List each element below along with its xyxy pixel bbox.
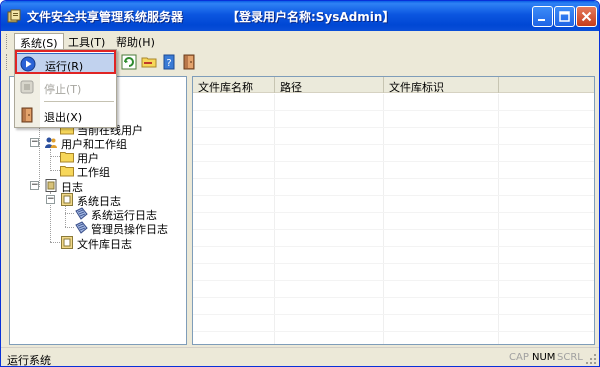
stop-icon [20, 80, 34, 94]
menu-item-stop-label: 停止(T) [44, 83, 82, 96]
log-book-icon [61, 236, 73, 249]
folder-icon [60, 152, 74, 163]
grid-line [193, 212, 594, 213]
maximize-button[interactable] [554, 6, 575, 27]
tree-expander-system-logs[interactable]: − [46, 195, 55, 204]
menu-bar: 系统(S) 工具(T) 帮助(H) [1, 31, 599, 51]
menu-item-stop[interactable]: 停止(T) [15, 77, 116, 97]
grid-line [274, 94, 275, 344]
tree-line [50, 170, 60, 171]
grid-line [193, 280, 594, 281]
column-header-filler [499, 77, 594, 93]
maximize-icon [559, 11, 570, 22]
log-entry-icon [75, 221, 88, 234]
exit-door-icon [21, 107, 33, 123]
window-title: 文件安全共享管理系统服务器 [27, 10, 184, 24]
menu-help[interactable]: 帮助(H) [111, 33, 160, 50]
grid-line [193, 161, 594, 162]
grid-line [193, 331, 594, 332]
status-bar: 运行系统 CAP NUM SCRL [1, 347, 599, 367]
column-header-path[interactable]: 路径 [275, 77, 384, 94]
grid-line [193, 110, 594, 111]
menu-item-run[interactable]: 运行(R) [15, 53, 116, 73]
grid-line [193, 144, 594, 145]
tree-line [39, 143, 40, 187]
grid-line [498, 94, 499, 344]
tree-line [50, 156, 60, 157]
toolbar-grip[interactable] [6, 54, 9, 70]
column-header-library-name[interactable]: 文件库名称 [193, 77, 275, 94]
grid-line [193, 263, 594, 264]
menu-system[interactable]: 系统(S) [14, 33, 64, 50]
minimize-button[interactable] [532, 6, 553, 27]
folder-open-icon[interactable] [141, 54, 157, 70]
log-book-icon [61, 193, 73, 206]
grid-line [193, 178, 594, 179]
tree-line [50, 242, 60, 243]
app-icon [7, 9, 21, 23]
system-menu-dropdown: 运行(R) 停止(T) 退出(X) [14, 49, 117, 128]
scroll-lock-indicator: SCRL [557, 352, 583, 363]
grid-line [193, 127, 594, 128]
menu-item-exit-label: 退出(X) [44, 111, 83, 124]
close-icon [581, 11, 592, 22]
svg-text:?: ? [166, 58, 171, 69]
menu-item-exit[interactable]: 退出(X) [15, 105, 116, 125]
logged-in-user-label: 【登录用户名称:SysAdmin】 [227, 10, 395, 24]
list-header: 文件库名称 路径 文件库标识 [193, 77, 594, 94]
caps-lock-indicator: CAP [509, 352, 529, 363]
grid-line [193, 195, 594, 196]
library-list-view[interactable]: 文件库名称 路径 文件库标识 [192, 76, 595, 345]
menu-item-run-label: 运行(R) [45, 60, 84, 73]
tree-line [50, 149, 51, 169]
num-lock-indicator: NUM [532, 352, 556, 363]
grid-line [193, 229, 594, 230]
grid-line [193, 246, 594, 247]
main-window: 文件安全共享管理系统服务器 【登录用户名称:SysAdmin】 系统(S) 工具… [0, 0, 600, 367]
tree-expander-logs[interactable]: − [30, 181, 39, 190]
tree-line [65, 213, 74, 214]
tree-line [65, 227, 74, 228]
grid-line [383, 94, 384, 344]
title-bar[interactable]: 文件安全共享管理系统服务器 【登录用户名称:SysAdmin】 [1, 1, 599, 31]
help-book-icon[interactable]: ? [161, 54, 177, 70]
tree-line [65, 205, 66, 227]
menu-grip[interactable] [6, 34, 9, 49]
grid-line [193, 297, 594, 298]
refresh-icon[interactable] [121, 54, 137, 70]
users-icon [45, 137, 57, 148]
tree-expander-users-groups[interactable]: − [30, 138, 39, 147]
menu-separator [44, 101, 114, 102]
grid-line [193, 314, 594, 315]
menu-tools[interactable]: 工具(T) [63, 33, 110, 50]
resize-grip-icon[interactable] [585, 353, 597, 365]
log-entry-icon [75, 207, 88, 220]
log-icon [45, 179, 57, 192]
close-button[interactable] [576, 6, 597, 27]
minimize-icon [538, 19, 545, 21]
play-icon [20, 56, 36, 72]
status-text: 运行系统 [7, 354, 51, 367]
exit-door-icon[interactable] [181, 54, 197, 70]
folder-icon [60, 166, 74, 177]
column-header-library-id[interactable]: 文件库标识 [384, 77, 499, 94]
